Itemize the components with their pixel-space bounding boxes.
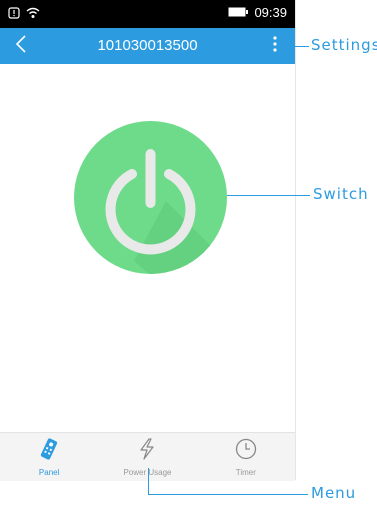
- settings-callout-line: [291, 46, 309, 47]
- switch-callout-line: [227, 195, 310, 196]
- app-bar: 101030013500: [0, 28, 295, 64]
- power-switch-button[interactable]: [74, 121, 227, 274]
- menu-callout-label: Menu: [311, 484, 357, 502]
- tab-panel-label: Panel: [38, 468, 60, 477]
- settings-callout-label: Settings: [311, 36, 377, 54]
- menu-callout-line-horizontal: [148, 494, 308, 495]
- menu-callout-line-vertical: [148, 468, 149, 495]
- tab-panel[interactable]: Panel: [0, 433, 98, 481]
- notification-icon: [8, 6, 20, 24]
- clock-icon: [235, 438, 257, 465]
- remote-control-icon: [39, 438, 59, 465]
- status-time: 09:39: [254, 5, 287, 20]
- chevron-left-icon: [15, 34, 27, 58]
- device-title: 101030013500: [97, 37, 198, 54]
- phone-screen: 09:39 101030013500 Panel Power Usage Tim…: [0, 0, 296, 481]
- battery-icon: [228, 5, 249, 20]
- status-bar: 09:39: [0, 0, 295, 28]
- settings-menu-button[interactable]: [263, 30, 287, 62]
- more-vertical-icon: [273, 35, 277, 58]
- wifi-icon: [26, 6, 40, 24]
- back-button[interactable]: [6, 30, 36, 62]
- tab-timer[interactable]: Timer: [197, 433, 295, 481]
- lightning-bolt-icon: [138, 438, 156, 465]
- switch-callout-label: Switch: [313, 185, 369, 203]
- tab-timer-label: Timer: [235, 468, 256, 477]
